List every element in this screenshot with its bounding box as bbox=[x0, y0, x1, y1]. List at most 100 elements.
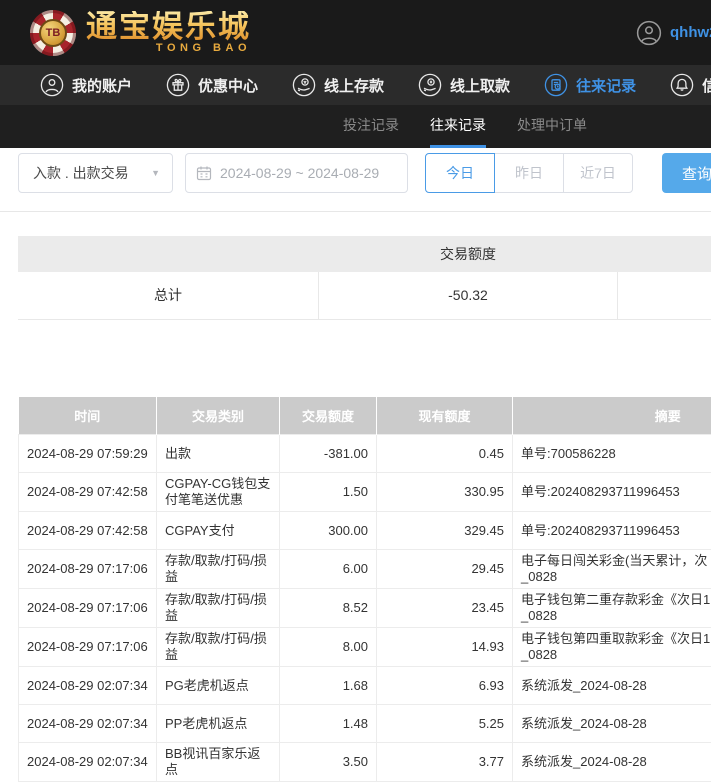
cell-time: 2024-08-29 07:17:06 bbox=[19, 628, 157, 667]
cell-balance: 3.77 bbox=[377, 743, 513, 782]
nav-label: 我的账户 bbox=[72, 75, 132, 96]
tab-bet-records[interactable]: 投注记录 bbox=[343, 105, 399, 148]
cell-time: 2024-08-29 07:17:06 bbox=[19, 550, 157, 589]
transaction-type-select[interactable]: 入款 . 出款交易 ▼ bbox=[18, 153, 173, 193]
summary-header-amount: 交易额度 bbox=[318, 236, 618, 272]
table-row: 2024-08-29 07:17:06 存款/取款/打码/损益 6.00 29.… bbox=[19, 550, 711, 589]
summary-header-row: 交易额度 bbox=[18, 236, 711, 272]
cell-summary: 单号:202408293711996453 bbox=[513, 512, 711, 550]
top-bar: TB 通宝娱乐城 TONG BAO qhhw2 bbox=[0, 0, 711, 65]
nav-item-messages[interactable]: 信息 bbox=[670, 73, 711, 97]
cell-type: 存款/取款/打码/损益 bbox=[157, 628, 280, 667]
nav-item-transaction-records[interactable]: 往来记录 bbox=[544, 73, 636, 97]
cell-time: 2024-08-29 07:59:29 bbox=[19, 435, 157, 473]
summary-total-empty bbox=[618, 272, 711, 319]
cell-amount: 3.50 bbox=[280, 743, 377, 782]
cell-summary: 系统派发_2024-08-28 bbox=[513, 743, 711, 782]
cell-balance: 330.95 bbox=[377, 473, 513, 512]
site-logo[interactable]: TB 通宝娱乐城 TONG BAO bbox=[30, 10, 251, 56]
search-button[interactable]: 查询 bbox=[662, 153, 711, 193]
cell-summary: 电子钱包第二重存款彩金《次日1 _0828 bbox=[513, 589, 711, 628]
table-row: 2024-08-29 07:42:58 CGPAY-CG钱包支付笔笔送优惠 1.… bbox=[19, 473, 711, 512]
calendar-icon bbox=[196, 165, 212, 181]
today-button[interactable]: 今日 bbox=[425, 153, 495, 193]
cell-amount: 1.68 bbox=[280, 667, 377, 705]
cell-type: BB视讯百家乐返点 bbox=[157, 743, 280, 782]
cell-balance: 14.93 bbox=[377, 628, 513, 667]
cell-type: CGPAY支付 bbox=[157, 512, 280, 550]
table-row: 2024-08-29 07:17:06 存款/取款/打码/损益 8.00 14.… bbox=[19, 628, 711, 667]
records-header-row: 时间 交易类别 交易额度 现有额度 摘要 bbox=[19, 397, 711, 435]
gift-icon bbox=[166, 73, 190, 97]
user-icon bbox=[40, 73, 64, 97]
logo-text: 通宝娱乐城 TONG BAO bbox=[86, 11, 251, 54]
summary-total-row: 总计 -50.32 bbox=[18, 272, 711, 320]
cell-type: 存款/取款/打码/损益 bbox=[157, 550, 280, 589]
summary-header-empty2 bbox=[618, 236, 711, 272]
select-value: 入款 . 出款交易 bbox=[33, 163, 129, 183]
cell-type: PP老虎机返点 bbox=[157, 705, 280, 743]
date-range-value: 2024-08-29 ~ 2024-08-29 bbox=[220, 165, 379, 181]
nav-label: 往来记录 bbox=[576, 75, 636, 96]
nav-label: 信息 bbox=[702, 75, 711, 96]
summary-total-value: -50.32 bbox=[318, 272, 618, 319]
table-row: 2024-08-29 02:07:34 BB视讯百家乐返点 3.50 3.77 … bbox=[19, 743, 711, 782]
col-amount: 交易额度 bbox=[280, 397, 377, 435]
summary-table: 交易额度 总计 -50.32 bbox=[18, 236, 711, 320]
cell-time: 2024-08-29 07:17:06 bbox=[19, 589, 157, 628]
cell-amount: 8.00 bbox=[280, 628, 377, 667]
cell-amount: 8.52 bbox=[280, 589, 377, 628]
cell-time: 2024-08-29 02:07:34 bbox=[19, 705, 157, 743]
cell-balance: 6.93 bbox=[377, 667, 513, 705]
table-row: 2024-08-29 07:59:29 出款 -381.00 0.45 单号:7… bbox=[19, 435, 711, 473]
username: qhhw2 bbox=[670, 24, 711, 41]
last7days-button[interactable]: 近7日 bbox=[563, 153, 633, 193]
cell-amount: 300.00 bbox=[280, 512, 377, 550]
cell-amount: 6.00 bbox=[280, 550, 377, 589]
records-table: 时间 交易类别 交易额度 现有额度 摘要 2024-08-29 07:59:29… bbox=[18, 397, 711, 782]
cell-time: 2024-08-29 07:42:58 bbox=[19, 473, 157, 512]
nav-item-my-account[interactable]: 我的账户 bbox=[40, 73, 132, 97]
logo-title: 通宝娱乐城 bbox=[86, 11, 251, 42]
cell-balance: 29.45 bbox=[377, 550, 513, 589]
nav-item-deposit[interactable]: 线上存款 bbox=[292, 73, 384, 97]
sub-nav: 投注记录 往来记录 处理中订单 bbox=[0, 105, 711, 148]
tab-transaction-records[interactable]: 往来记录 bbox=[430, 105, 486, 148]
main-nav: 我的账户 优惠中心 线上存款 线上 bbox=[0, 65, 711, 105]
table-row: 2024-08-29 02:07:34 PG老虎机返点 1.68 6.93 系统… bbox=[19, 667, 711, 705]
cell-balance: 0.45 bbox=[377, 435, 513, 473]
cell-amount: 1.50 bbox=[280, 473, 377, 512]
quick-range-group: 今日 昨日 近7日 bbox=[425, 153, 633, 193]
cell-type: 存款/取款/打码/损益 bbox=[157, 589, 280, 628]
cell-balance: 329.45 bbox=[377, 512, 513, 550]
cell-time: 2024-08-29 02:07:34 bbox=[19, 743, 157, 782]
nav-label: 优惠中心 bbox=[198, 75, 258, 96]
records-icon bbox=[544, 73, 568, 97]
user-avatar-icon bbox=[636, 20, 662, 46]
table-row: 2024-08-29 07:17:06 存款/取款/打码/损益 8.52 23.… bbox=[19, 589, 711, 628]
yesterday-button[interactable]: 昨日 bbox=[494, 153, 564, 193]
bell-icon bbox=[670, 73, 694, 97]
cell-amount: -381.00 bbox=[280, 435, 377, 473]
user-account[interactable]: qhhw2 bbox=[636, 0, 711, 65]
cell-type: PG老虎机返点 bbox=[157, 667, 280, 705]
nav-item-withdraw[interactable]: 线上取款 bbox=[418, 73, 510, 97]
col-balance: 现有额度 bbox=[377, 397, 513, 435]
col-time: 时间 bbox=[19, 397, 157, 435]
cell-summary: 电子每日闯关彩金(当天累计，次 _0828 bbox=[513, 550, 711, 589]
logo-subtitle: TONG BAO bbox=[86, 43, 251, 54]
table-row: 2024-08-29 02:07:34 PP老虎机返点 1.48 5.25 系统… bbox=[19, 705, 711, 743]
deposit-icon bbox=[292, 73, 316, 97]
cell-time: 2024-08-29 07:42:58 bbox=[19, 512, 157, 550]
cell-balance: 23.45 bbox=[377, 589, 513, 628]
col-type: 交易类别 bbox=[157, 397, 280, 435]
summary-total-label: 总计 bbox=[18, 272, 318, 319]
nav-label: 线上取款 bbox=[450, 75, 510, 96]
poker-chip-icon: TB bbox=[30, 10, 76, 56]
date-range-input[interactable]: 2024-08-29 ~ 2024-08-29 bbox=[185, 153, 408, 193]
summary-header-empty bbox=[18, 236, 318, 272]
nav-item-promotions[interactable]: 优惠中心 bbox=[166, 73, 258, 97]
tab-pending-orders[interactable]: 处理中订单 bbox=[517, 105, 587, 148]
cell-summary: 电子钱包第四重取款彩金《次日1 _0828 bbox=[513, 628, 711, 667]
cell-time: 2024-08-29 02:07:34 bbox=[19, 667, 157, 705]
